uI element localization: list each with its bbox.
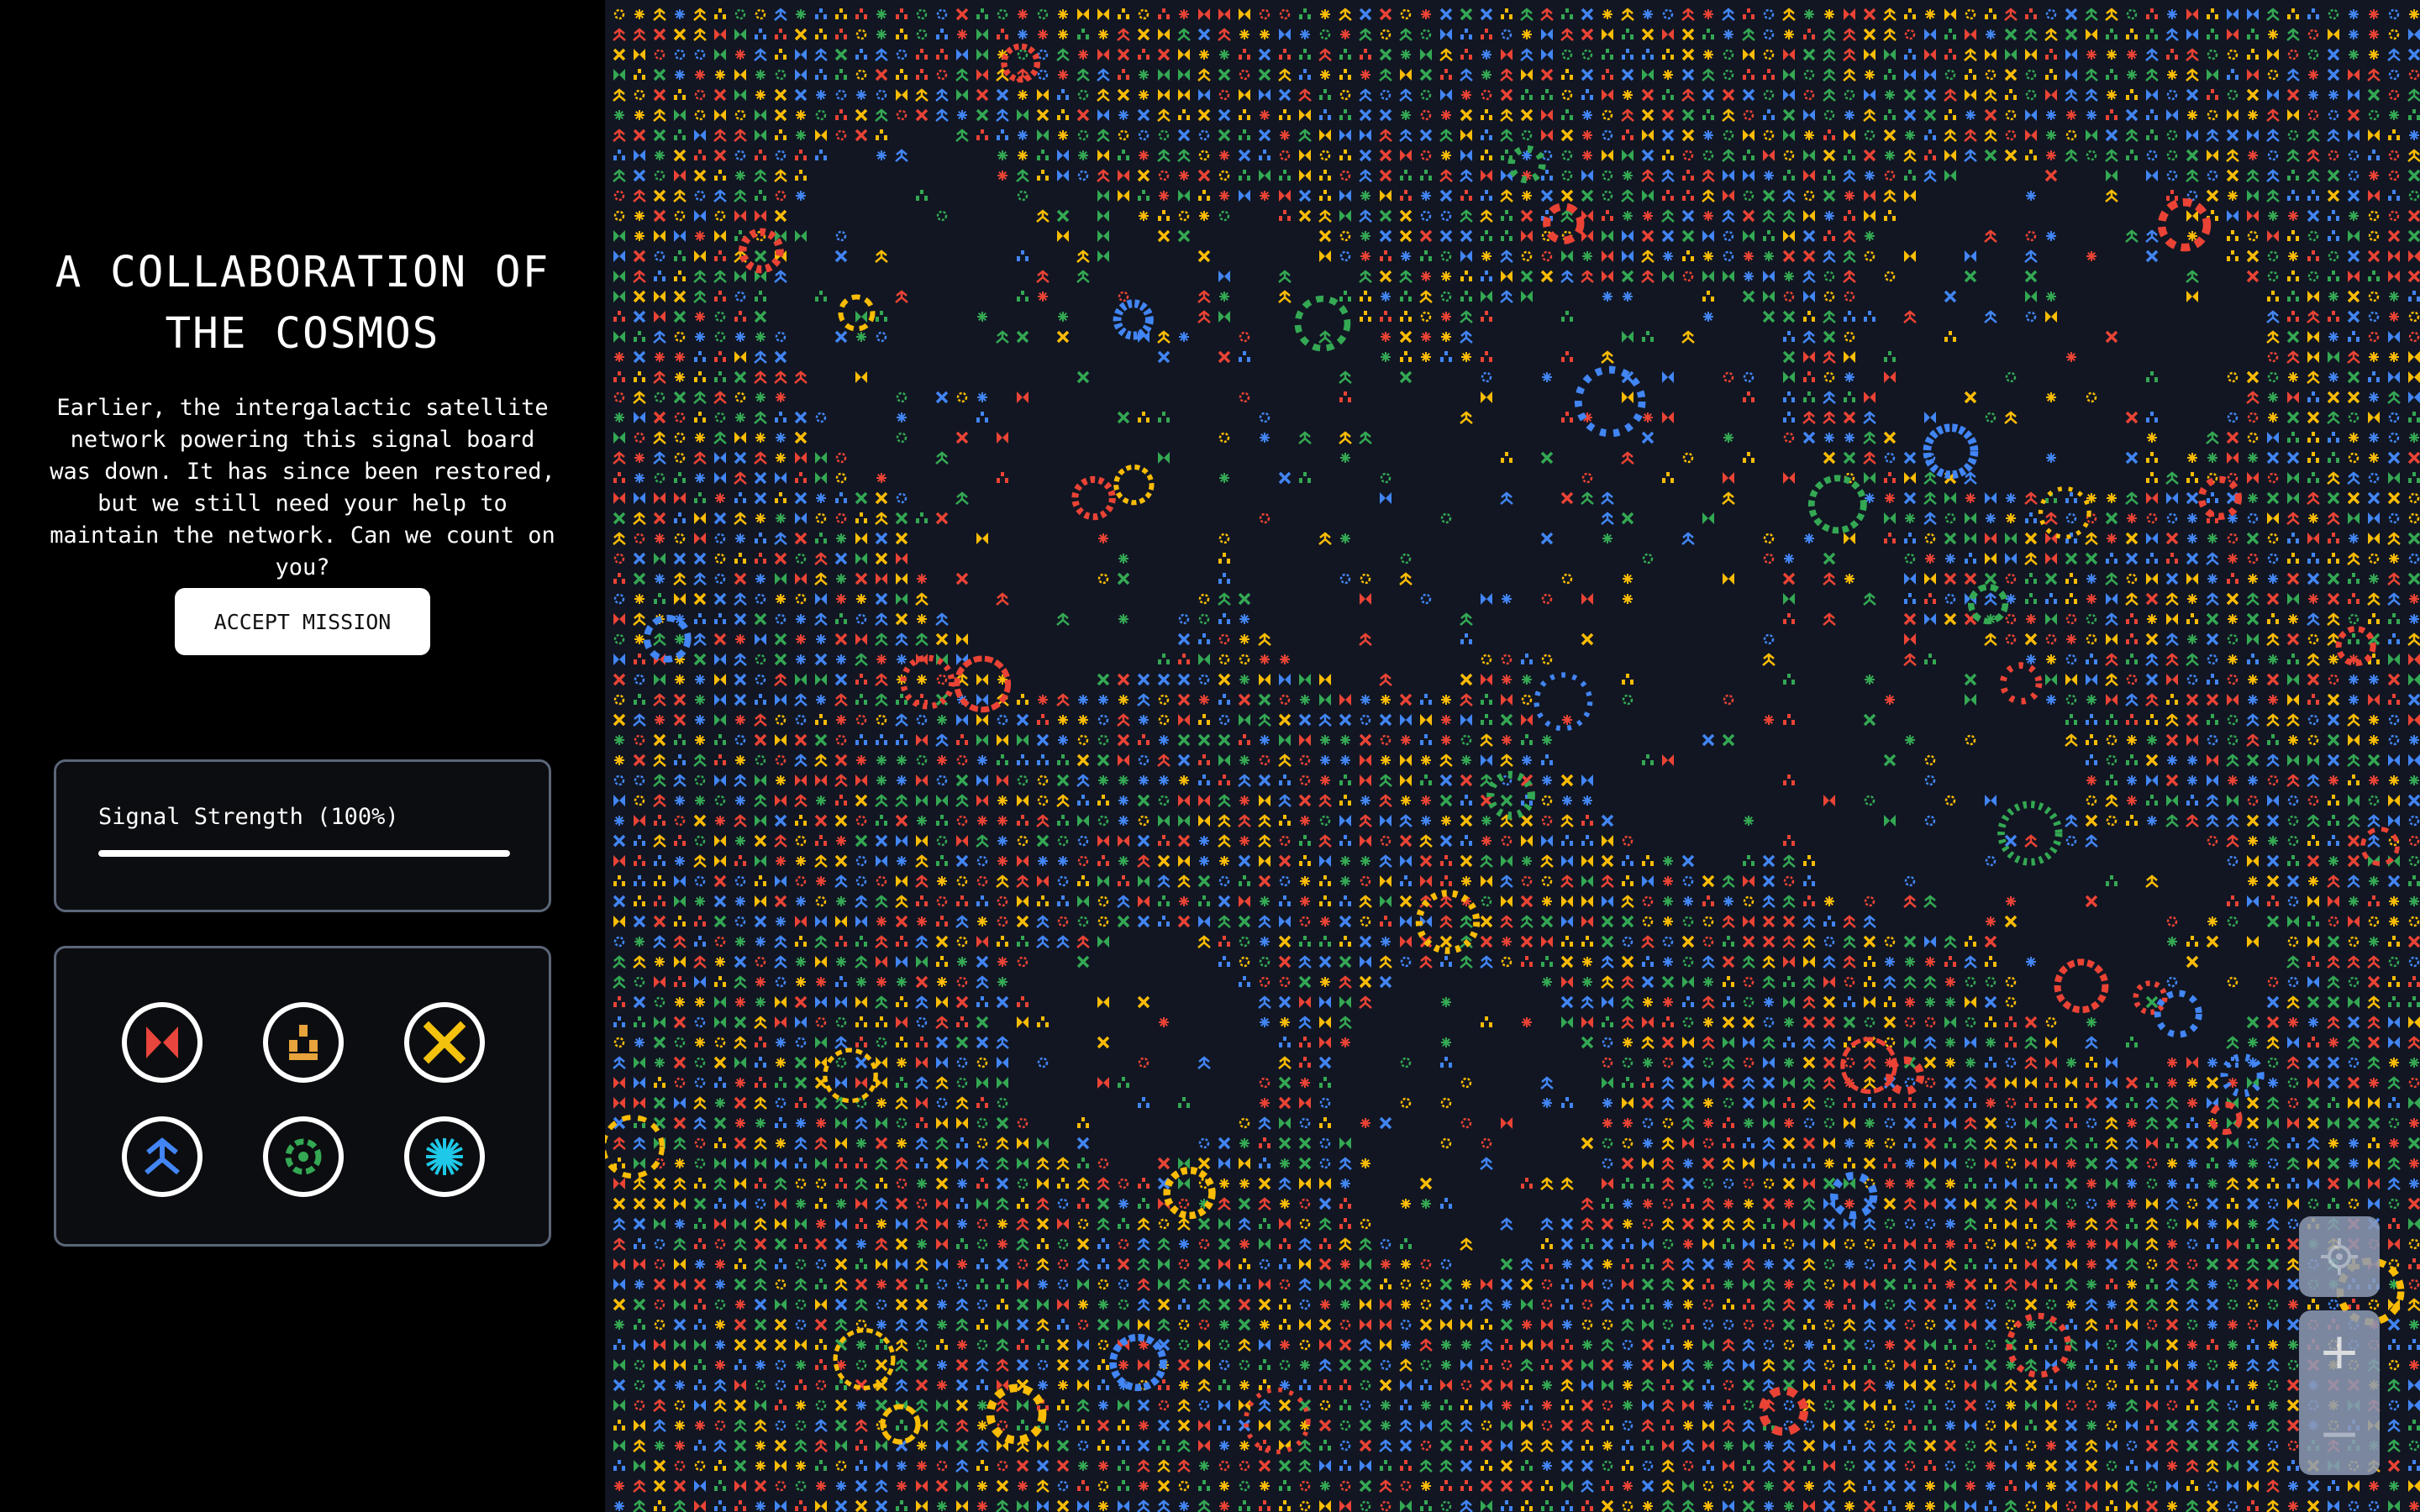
- yellow-x-icon-button[interactable]: [404, 1002, 485, 1083]
- green-swirl-icon: [285, 1138, 322, 1175]
- zoom-controls: + −: [2299, 1310, 2380, 1475]
- orange-blocks-icon: [289, 1025, 318, 1060]
- signal-strength-fill: [98, 850, 510, 857]
- red-bowtie-icon: [146, 1026, 178, 1058]
- accept-mission-button[interactable]: ACCEPT MISSION: [175, 588, 430, 655]
- icon-selector-panel: [54, 946, 551, 1247]
- blue-chevrons-icon-button[interactable]: [122, 1116, 203, 1197]
- zoom-in-button[interactable]: +: [2299, 1310, 2380, 1393]
- signal-strength-label: Signal Strength (100%): [98, 804, 399, 830]
- signal-board-glyphs: [605, 8, 2420, 1512]
- signal-panel: Signal Strength (100%): [54, 759, 551, 912]
- zoom-out-button[interactable]: −: [2299, 1393, 2380, 1475]
- title-line-2: THE COSMOS: [165, 309, 440, 359]
- locate-button[interactable]: [2299, 1216, 2380, 1297]
- blue-chevrons-icon: [145, 1137, 180, 1175]
- signal-strength-bar: [98, 850, 510, 857]
- yellow-x-icon: [423, 1021, 466, 1064]
- title-line-1: A COLLABORATION OF: [55, 248, 550, 297]
- red-bowtie-icon-button[interactable]: [122, 1002, 203, 1083]
- orange-blocks-icon-button[interactable]: [263, 1002, 344, 1083]
- mission-description: Earlier, the intergalactic satellite net…: [50, 395, 555, 580]
- crosshair-icon: [2321, 1238, 2358, 1275]
- signal-board-map[interactable]: [605, 0, 2420, 1512]
- page-title: A COLLABORATION OF THE COSMOS: [0, 242, 605, 365]
- cyan-starburst-icon-button[interactable]: [404, 1116, 485, 1197]
- green-swirl-icon-button[interactable]: [263, 1116, 344, 1197]
- cyan-starburst-icon: [426, 1138, 463, 1175]
- sidebar: A COLLABORATION OF THE COSMOS Earlier, t…: [0, 0, 605, 1512]
